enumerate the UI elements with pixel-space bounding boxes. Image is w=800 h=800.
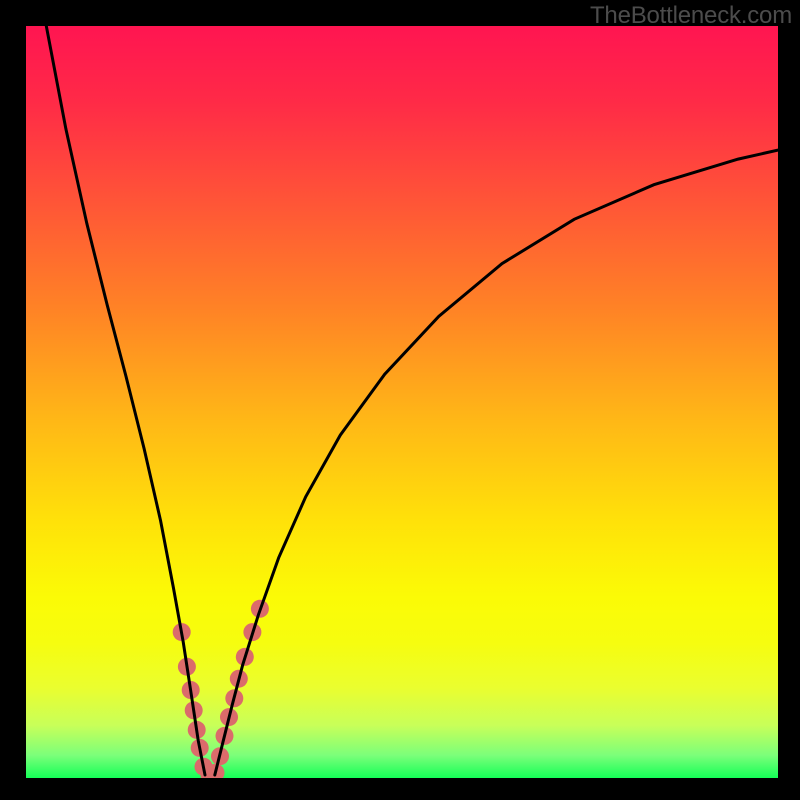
curve-svg (26, 26, 778, 778)
watermark-text: TheBottleneck.com (590, 2, 792, 30)
chart-outer-frame: TheBottleneck.com (0, 0, 800, 800)
plot-area (26, 26, 778, 778)
right-curve (215, 150, 778, 775)
